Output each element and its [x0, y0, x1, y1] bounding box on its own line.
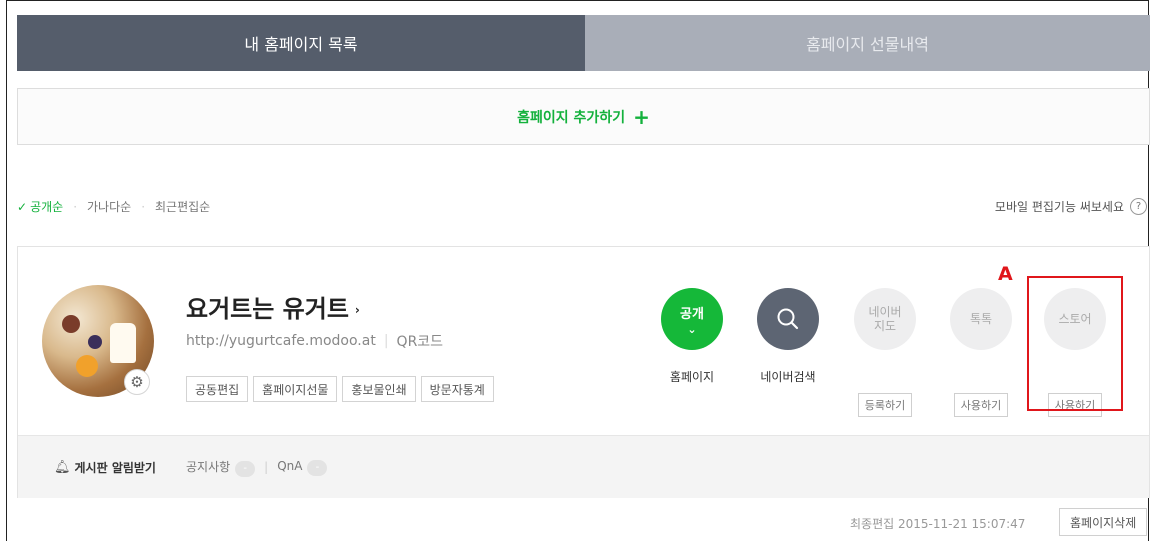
visitor-stats-button[interactable]: 방문자통계 — [420, 376, 494, 402]
separator-dot: · — [73, 199, 78, 214]
divider: | — [383, 333, 389, 349]
naver-map-register-button[interactable]: 등록하기 — [857, 393, 913, 417]
site-url[interactable]: http://yugurtcafe.modoo.at — [186, 333, 376, 349]
add-homepage-button[interactable]: 홈페이지 추가하기 + — [17, 88, 1150, 145]
search-icon — [777, 308, 799, 330]
board-name: QnA — [277, 458, 303, 473]
tab-my-homepages[interactable]: 내 홈페이지 목록 — [17, 15, 585, 71]
talktalk-label: 톡톡 — [969, 312, 993, 326]
qr-code-link[interactable]: QR코드 — [397, 331, 444, 351]
tab-bar: 내 홈페이지 목록 홈페이지 선물내역 — [17, 15, 1150, 71]
board-qna[interactable]: QnA - — [277, 458, 328, 476]
service-naver-search: 네이버검색 — [743, 288, 833, 385]
plus-icon: + — [633, 104, 650, 129]
naver-search-button[interactable] — [757, 288, 819, 350]
service-naver-map: 네이버 지도 등록하기 — [840, 288, 930, 417]
card-footer: 🔔︎ 게시판 알림받기 공지사항 - | QnA - — [18, 435, 1149, 498]
homepage-card: ⚙ 요거트는 유거트 › http://yugurtcafe.modoo.at |… — [17, 246, 1150, 498]
public-toggle-label: 공개 — [680, 306, 704, 322]
sort-options: ✓ 공개순 · 가나다순 · 최근편집순 — [17, 198, 210, 215]
site-title-text: 요거트는 유거트 — [186, 295, 349, 323]
sort-public[interactable]: 공개순 — [30, 198, 63, 215]
add-homepage-label: 홈페이지 추가하기 — [517, 109, 626, 126]
naver-map-line1: 네이버 — [868, 305, 902, 319]
talktalk-use-button[interactable]: 사용하기 — [953, 393, 1009, 417]
site-url-row: http://yugurtcafe.modoo.at | QR코드 — [186, 331, 443, 351]
naver-map-line2: 지도 — [873, 319, 897, 333]
sort-recent-edit[interactable]: 최근편집순 — [155, 198, 210, 215]
board-name: 공지사항 — [185, 459, 231, 474]
talktalk-icon[interactable]: 톡톡 — [950, 288, 1012, 350]
annotation-highlight-box — [1027, 276, 1123, 411]
service-public-label: 홈페이지 — [669, 370, 715, 384]
mobile-edit-hint[interactable]: 모바일 편집기능 써보세요 ? — [995, 198, 1147, 215]
service-naver-search-label: 네이버검색 — [760, 370, 816, 384]
board-count-badge: - — [235, 460, 256, 477]
public-toggle[interactable]: 공개 ⌄ — [661, 288, 723, 350]
separator-dot: · — [141, 199, 146, 214]
print-promo-button[interactable]: 홍보물인쇄 — [342, 376, 416, 402]
bell-icon: 🔔︎ — [54, 459, 71, 475]
chevron-down-icon: ⌄ — [687, 322, 697, 336]
gift-homepage-button[interactable]: 홈페이지선물 — [253, 376, 338, 402]
mobile-edit-hint-text: 모바일 편집기능 써보세요 — [994, 200, 1124, 214]
gear-icon[interactable]: ⚙ — [124, 369, 150, 395]
sort-alphabetical[interactable]: 가나다순 — [87, 198, 131, 215]
annotation-marker: A — [998, 263, 1013, 285]
site-actions: 공동편집 홈페이지선물 홍보물인쇄 방문자통계 — [186, 376, 494, 402]
site-title[interactable]: 요거트는 유거트 › — [186, 289, 360, 324]
divider: | — [264, 460, 269, 474]
chevron-right-icon: › — [354, 303, 360, 317]
board-count-badge: - — [307, 459, 328, 476]
last-edited-timestamp: 최종편집 2015-11-21 15:07:47 — [850, 517, 1026, 531]
tab-gift-history[interactable]: 홈페이지 선물내역 — [585, 15, 1150, 71]
naver-map-icon[interactable]: 네이버 지도 — [854, 288, 916, 350]
check-icon: ✓ — [17, 199, 28, 214]
delete-homepage-button[interactable]: 홈페이지삭제 — [1059, 508, 1148, 536]
help-icon[interactable]: ? — [1130, 198, 1147, 215]
co-edit-button[interactable]: 공동편집 — [186, 376, 249, 402]
board-notify-button[interactable]: 게시판 알림받기 — [75, 459, 156, 476]
board-notice[interactable]: 공지사항 - — [185, 458, 256, 477]
service-public: 공개 ⌄ 홈페이지 — [647, 288, 737, 385]
service-talktalk: 톡톡 사용하기 — [936, 288, 1026, 417]
